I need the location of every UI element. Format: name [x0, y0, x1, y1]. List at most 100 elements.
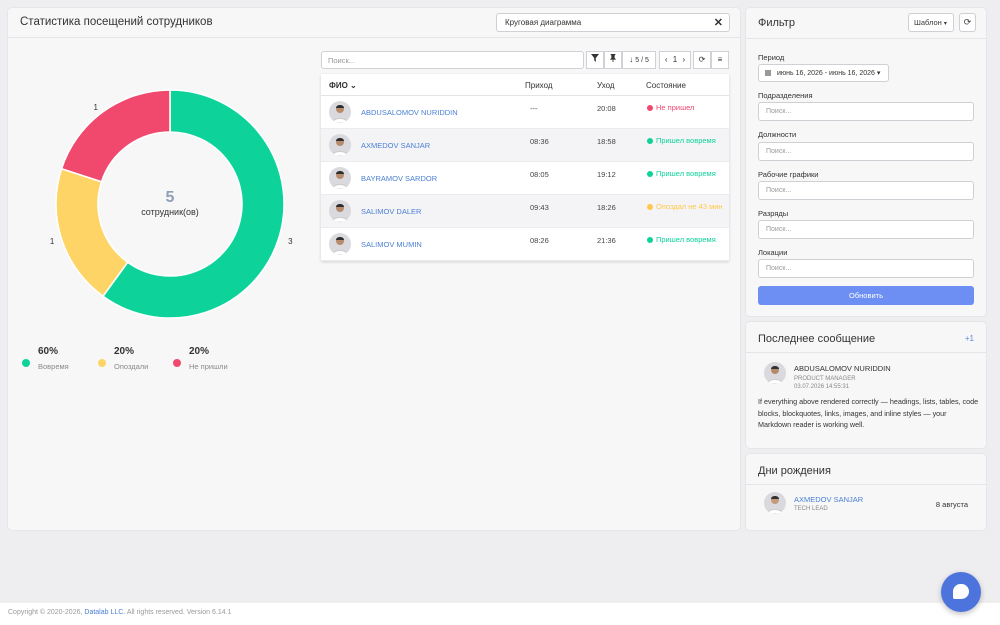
chat-button[interactable] — [941, 572, 981, 612]
col-name-header[interactable]: ФИО ⌄ — [329, 81, 357, 90]
pin-button[interactable] — [604, 51, 622, 69]
col-in-header[interactable]: Приход — [525, 81, 553, 90]
table-row[interactable]: BAYRAMOV SARDOR 08:05 19:12 Пришел вовремя — [321, 162, 729, 195]
period-picker[interactable]: июнь 16, 2026 - июнь 16, 2026 ▾ — [758, 64, 889, 82]
donut-slice[interactable] — [60, 89, 171, 183]
pagination[interactable]: ‹ 1 › — [659, 51, 691, 69]
avatar — [329, 101, 351, 123]
funnel-icon — [591, 54, 599, 62]
legend-pct: 20% — [189, 346, 210, 357]
status-dot — [647, 171, 653, 178]
menu-button[interactable]: ≡ — [711, 51, 729, 69]
table-row[interactable]: SALIMOV MUMIN 08:26 21:36 Пришел вовремя — [321, 228, 729, 261]
donut-slice[interactable] — [55, 167, 129, 298]
donut-slice-label: 1 — [50, 237, 55, 246]
status-text: Пришел вовремя — [656, 169, 716, 178]
arrow-down-icon: ↓ — [629, 55, 634, 64]
employee-name[interactable]: ABDUSALOMOV NURIDDIN — [361, 108, 458, 117]
footer-company-link[interactable]: Datalab LLC. — [84, 609, 125, 616]
grades-input[interactable]: Поиск... — [758, 220, 974, 239]
filter-title: Фильтр — [758, 17, 795, 29]
caret-down-icon: ▾ — [943, 21, 947, 27]
birthday-person-name[interactable]: AXMEDOV SANJAR — [794, 495, 863, 504]
schedules-input[interactable]: Поиск... — [758, 181, 974, 200]
departure-time: 18:26 — [597, 203, 616, 212]
divider — [746, 484, 986, 485]
table-row[interactable]: SALIMOV DALER 09:43 18:26 Опоздал не 43 мин — [321, 195, 729, 228]
employee-name[interactable]: SALIMOV DALER — [361, 207, 421, 216]
person-icon — [331, 138, 349, 156]
donut-center-label: сотрудник(ов) — [141, 207, 199, 217]
legend-dot — [173, 359, 181, 367]
message-author: ABDUSALOMOV NURIDDIN — [794, 364, 891, 373]
filter-refresh-button[interactable]: ⟳ — [959, 13, 976, 32]
col-out-header[interactable]: Уход — [597, 81, 615, 90]
status-text: Опоздал не 43 мин — [656, 202, 723, 211]
status-badge: Пришел вовремя — [647, 136, 725, 145]
last-message-title: Последнее сообщение — [758, 333, 876, 345]
footer-copyright: Copyright © 2020-2026, — [8, 609, 83, 616]
table-toolbar: Поиск... ↓ 5 / 5 ‹ 1 › ⟳ ≡ — [321, 51, 729, 69]
message-date: 03.07.2026 14:55:31 — [794, 384, 850, 390]
table-row[interactable]: ABDUSALOMOV NURIDDIN --- 20:08 Не пришел — [321, 96, 729, 129]
employee-name[interactable]: AXMEDOV SANJAR — [361, 141, 430, 150]
employee-name[interactable]: SALIMOV MUMIN — [361, 240, 422, 249]
person-icon — [331, 204, 349, 222]
clear-icon[interactable]: ✕ — [714, 16, 723, 29]
period-label: Период — [758, 53, 785, 62]
arrival-time: 09:43 — [530, 203, 549, 212]
attendance-donut-chart: 3 1 1 5сотрудник(ов) — [50, 89, 293, 319]
person-icon — [331, 237, 349, 255]
filter-label: Локации — [758, 248, 788, 257]
more-messages-link[interactable]: +1 — [965, 334, 974, 343]
donut-center-count: 5 — [166, 189, 175, 206]
arrival-time: 08:05 — [530, 170, 549, 179]
birthdays-panel: Дни рождения AXMEDOV SANJAR TECH LEAD 8 … — [746, 454, 986, 530]
employee-name[interactable]: BAYRAMOV SARDOR — [361, 174, 437, 183]
search-input[interactable]: Поиск... — [321, 51, 584, 69]
refresh-button[interactable]: ⟳ — [693, 51, 711, 69]
chevron-down-icon: ⌄ — [350, 81, 357, 90]
status-badge: Опоздал не 43 мин — [647, 202, 725, 211]
chart-type-value: Круговая диаграмма — [505, 18, 582, 27]
chart-type-select[interactable]: Круговая диаграмма ✕ — [496, 13, 730, 32]
legend-label: Опоздали — [114, 362, 149, 371]
pin-icon — [609, 54, 617, 62]
col-state-header[interactable]: Состояние — [646, 81, 686, 90]
sort-count: 5 / 5 — [635, 57, 649, 64]
avatar — [329, 134, 351, 156]
status-badge: Пришел вовремя — [647, 235, 725, 244]
period-value: июнь 16, 2026 - июнь 16, 2026 — [776, 70, 875, 77]
sort-button[interactable]: ↓ 5 / 5 — [622, 51, 656, 69]
calendar-icon — [765, 70, 771, 77]
birthday-person-position: TECH LEAD — [794, 506, 828, 512]
positions-input[interactable]: Поиск... — [758, 142, 974, 161]
page-title: Статистика посещений сотрудников — [20, 16, 213, 28]
update-button[interactable]: Обновить — [758, 286, 974, 305]
donut-slice-label: 1 — [93, 103, 98, 112]
avatar — [329, 167, 351, 189]
filter-panel: Фильтр Шаблон ▾ ⟳ Период июнь 16, 2026 -… — [746, 8, 986, 316]
table-header: ФИО ⌄ Приход Уход Состояние — [321, 74, 729, 96]
filter-label: Рабочие графики — [758, 170, 819, 179]
person-icon — [766, 366, 784, 384]
donut-slice-label: 3 — [288, 237, 293, 246]
status-text: Не пришел — [656, 103, 695, 112]
arrival-time: 08:36 — [530, 137, 549, 146]
table-row[interactable]: AXMEDOV SANJAR 08:36 18:58 Пришел вовремя — [321, 129, 729, 162]
refresh-icon: ⟳ — [963, 17, 972, 27]
legend-label: Не пришли — [189, 362, 228, 371]
locations-input[interactable]: Поиск... — [758, 259, 974, 278]
refresh-icon: ⟳ — [698, 55, 706, 64]
divider — [746, 352, 986, 353]
chevron-right-icon[interactable]: › — [682, 55, 685, 64]
attendance-panel: Статистика посещений сотрудников Кругова… — [8, 8, 740, 530]
avatar — [329, 200, 351, 222]
person-icon — [331, 105, 349, 123]
template-button[interactable]: Шаблон ▾ — [908, 13, 954, 32]
avatar — [764, 492, 786, 514]
status-dot — [647, 138, 653, 145]
departments-input[interactable]: Поиск... — [758, 102, 974, 121]
filter-button[interactable] — [586, 51, 604, 69]
chevron-left-icon[interactable]: ‹ — [665, 55, 668, 64]
